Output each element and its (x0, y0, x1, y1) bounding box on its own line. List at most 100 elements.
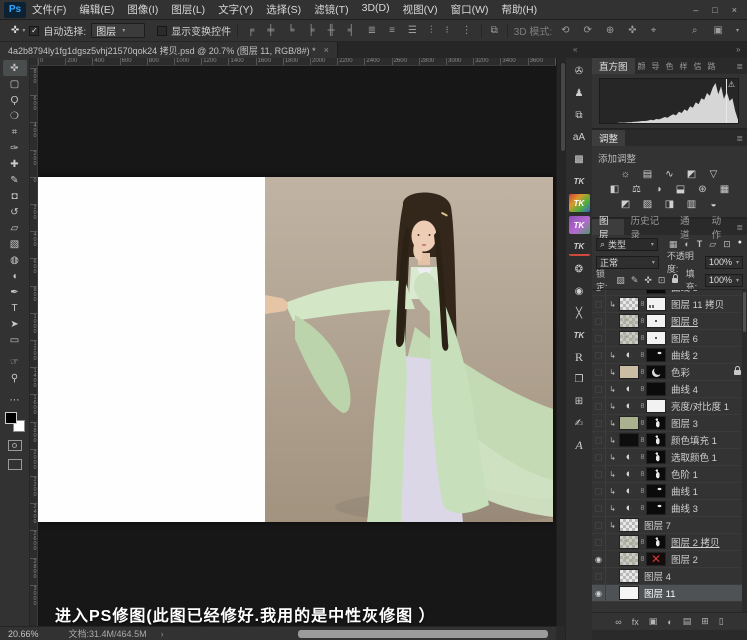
mask-link-icon[interactable]: 8 (639, 488, 646, 495)
glyphs-panel-icon[interactable]: aA (569, 128, 590, 146)
quick-selection-tool[interactable]: ❍ (3, 108, 27, 124)
lock-all-icon[interactable] (672, 273, 679, 283)
visibility-toggle[interactable]: ◉ (592, 550, 606, 568)
menu-item-10[interactable]: 帮助(H) (502, 2, 538, 17)
color-balance-icon[interactable]: ⚖ (629, 183, 644, 196)
tab-panel-5[interactable]: 路 (705, 58, 719, 74)
3d-drag-icon[interactable]: ⊕ (603, 25, 617, 36)
foreground-color-swatch[interactable] (4, 412, 17, 424)
tk-basic-panel-icon[interactable]: TK (569, 172, 590, 190)
channel-mixer-icon[interactable]: ⊛ (695, 183, 710, 196)
add-layer-mask-icon[interactable]: ▣ (649, 616, 658, 627)
layer-mask-thumbnail[interactable] (646, 535, 666, 549)
distribute-bottom-icon[interactable]: ☰ (405, 25, 420, 36)
align-left-edges-icon[interactable]: ╞ (304, 25, 317, 36)
tab-actions[interactable]: 动作 (705, 216, 737, 241)
menu-item-0[interactable]: 文件(F) (32, 2, 66, 17)
properties-panel-icon[interactable]: ✇ (569, 62, 590, 80)
maximize-icon[interactable]: □ (712, 5, 717, 15)
layer-effects-icon[interactable]: fx (632, 617, 639, 627)
clone-source-panel-icon[interactable]: ⧉ (569, 106, 590, 124)
mask-link-icon[interactable]: 8 (639, 437, 646, 444)
align-top-edges-icon[interactable]: ╒ (244, 25, 257, 36)
layer-thumbnail[interactable] (619, 433, 639, 447)
gradient-map-icon[interactable]: ▥ (684, 198, 699, 211)
layer-thumbnail[interactable] (619, 314, 639, 328)
shape-tool[interactable]: ▭ (3, 332, 27, 348)
layer-thumbnail[interactable] (619, 331, 639, 345)
layer-thumbnail[interactable]: ◐ (619, 450, 639, 464)
visibility-toggle[interactable] (592, 295, 606, 313)
link-layers-icon[interactable]: ∞ (615, 617, 621, 627)
horizontal-ruler[interactable]: 0 200 400 600 800 1000 1200 1400 1600 1800 2000 220… (38, 58, 556, 66)
layer-name[interactable]: 曲线 4 (671, 382, 698, 396)
3d-rotate-icon[interactable]: ⟲ (558, 25, 572, 36)
move-tool[interactable]: ✜ (2, 60, 27, 76)
panel-menu-icon[interactable]: ≣ (736, 62, 747, 71)
layer-row[interactable]: ↳ 8 色彩 (592, 363, 747, 381)
layer-name[interactable]: 色阶 1 (671, 467, 698, 481)
dodge-tool[interactable]: ◖ (3, 268, 27, 284)
clone-stamp-tool[interactable]: ◘ (3, 188, 27, 204)
minimize-icon[interactable]: – (693, 5, 698, 15)
distribute-right-icon[interactable]: ⋮ (459, 25, 475, 36)
color-swatches[interactable] (4, 412, 25, 432)
brush-tool[interactable]: ✎ (3, 172, 27, 188)
cube-panel-icon[interactable]: ❒ (569, 370, 590, 388)
layer-name[interactable]: 亮度/对比度 1 (671, 399, 729, 413)
visibility-toggle[interactable] (592, 516, 606, 534)
visibility-toggle[interactable] (592, 363, 606, 381)
layer-mask-thumbnail[interactable] (646, 314, 666, 328)
styles-a-panel-icon[interactable]: A (569, 436, 590, 454)
exposure-icon[interactable]: ◩ (684, 168, 699, 181)
opacity-field[interactable]: 100% ▾ (704, 255, 743, 269)
layer-mask-thumbnail[interactable] (646, 433, 666, 447)
mask-link-icon[interactable]: 8 (639, 556, 646, 563)
brightness-contrast-icon[interactable]: ☼ (618, 168, 633, 181)
layer-row[interactable]: ↳ ◐ 8 色阶 1 (592, 465, 747, 483)
distribute-left-icon[interactable]: ⫶ (427, 25, 436, 36)
document-tab[interactable]: 4a2b8794ly1fg1dgsz5vhj21570qok24 拷贝.psd … (0, 42, 338, 58)
layer-row[interactable]: ↳ ◐ 8 曲线 4 (592, 380, 747, 398)
tk-rainbow-panel-icon[interactable]: TK (568, 194, 590, 212)
collapse-panels-chevron-icon[interactable]: » (736, 45, 741, 54)
visibility-toggle[interactable] (592, 346, 606, 364)
document-canvas[interactable] (38, 177, 553, 522)
layer-row[interactable]: ↳ ◐ 8 曲线 1 (592, 482, 747, 500)
layer-thumbnail[interactable] (619, 552, 639, 566)
visibility-toggle[interactable] (592, 465, 606, 483)
layer-mask-thumbnail[interactable] (646, 399, 666, 413)
visibility-toggle[interactable] (592, 499, 606, 517)
visibility-toggle[interactable] (592, 482, 606, 500)
new-group-icon[interactable]: ▤ (683, 616, 692, 627)
layer-name[interactable]: 颜色填充 1 (671, 433, 717, 447)
color-lookup-icon[interactable]: ▦ (717, 183, 732, 196)
3d-roll-icon[interactable]: ⟳ (581, 25, 595, 36)
menu-item-9[interactable]: 窗口(W) (451, 2, 489, 17)
canvas-vertical-scrollbar[interactable] (556, 58, 566, 626)
layer-mask-thumbnail[interactable] (646, 501, 666, 515)
histogram-warning-icon[interactable]: ⚠ (728, 80, 735, 89)
layer-mask-thumbnail[interactable] (646, 450, 666, 464)
layers-scrollbar[interactable] (742, 290, 747, 612)
layer-name[interactable]: 图层 7 (644, 518, 671, 532)
layer-name[interactable]: 选取颜色 1 (671, 450, 717, 464)
threshold-icon[interactable]: ◨ (662, 198, 677, 211)
search-icon[interactable]: ⌕ (689, 25, 701, 36)
web-sharpener-panel-icon[interactable]: ❂ (569, 260, 590, 278)
photo-woman-green-hanfu[interactable] (265, 177, 553, 522)
layer-thumbnail[interactable]: ◐ (619, 382, 639, 396)
workspace-switcher-icon[interactable]: ▣ (711, 25, 726, 36)
visibility-toggle[interactable] (592, 380, 606, 398)
layer-filter-type-dropdown[interactable]: ⌕ 类型 ▾ (596, 237, 658, 251)
invert-icon[interactable]: ◩ (618, 198, 633, 211)
workspace-caret-icon[interactable]: ▾ (736, 27, 739, 34)
mask-link-icon[interactable]: 8 (639, 386, 646, 393)
layer-name[interactable]: 曲线 2 (671, 348, 698, 362)
layer-row[interactable]: ↳ 图层 7 (592, 516, 747, 534)
visibility-toggle[interactable] (592, 414, 606, 432)
panel-menu-icon[interactable]: ≣ (736, 134, 747, 143)
menu-item-8[interactable]: 视图(V) (403, 2, 438, 17)
layer-mask-thumbnail[interactable] (646, 382, 666, 396)
layer-thumbnail[interactable]: ◐ (619, 348, 639, 362)
